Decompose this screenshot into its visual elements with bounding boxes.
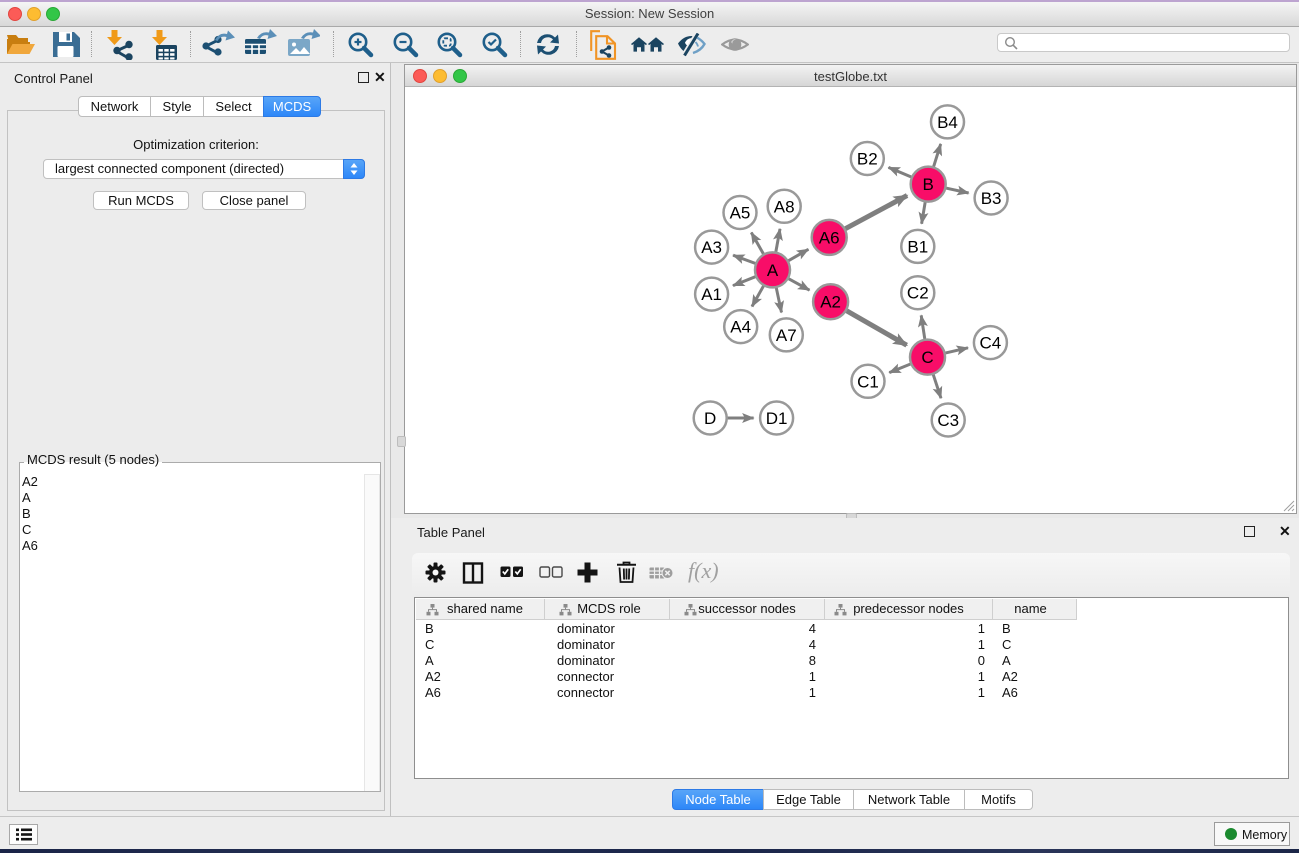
svg-text:A5: A5: [730, 204, 751, 223]
svg-text:A3: A3: [701, 238, 722, 257]
svg-text:C2: C2: [907, 284, 929, 303]
svg-text:C3: C3: [937, 411, 959, 430]
svg-text:B3: B3: [981, 189, 1002, 208]
svg-text:C4: C4: [980, 334, 1002, 353]
svg-text:A: A: [767, 261, 779, 280]
svg-text:A4: A4: [730, 318, 751, 337]
svg-text:D1: D1: [766, 409, 788, 428]
svg-text:C: C: [921, 348, 933, 367]
svg-text:A2: A2: [820, 293, 841, 312]
svg-text:A6: A6: [819, 228, 840, 247]
svg-text:A1: A1: [701, 285, 722, 304]
svg-text:C1: C1: [857, 372, 879, 391]
svg-text:B4: B4: [937, 113, 958, 132]
svg-text:B1: B1: [907, 237, 928, 256]
svg-text:A8: A8: [774, 197, 795, 216]
svg-text:A7: A7: [776, 326, 797, 345]
svg-text:B: B: [923, 175, 934, 194]
svg-text:B2: B2: [857, 150, 878, 169]
svg-text:D: D: [704, 409, 716, 428]
